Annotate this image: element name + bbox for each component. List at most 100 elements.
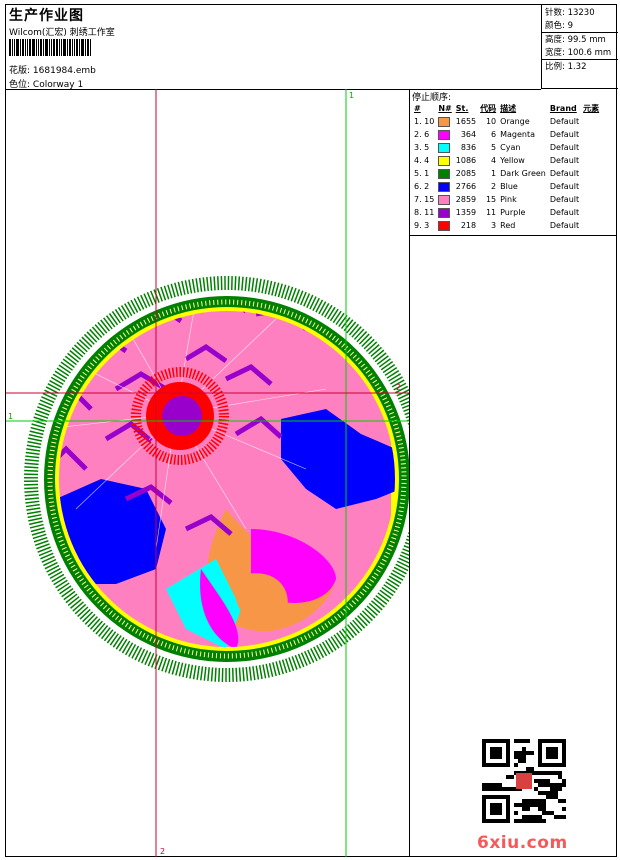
design-scale: 比例: 1.32: [545, 62, 587, 72]
design-file-name: 1681984.emb: [32, 66, 96, 76]
cell-index: 9. 3: [414, 221, 430, 230]
qr-module: [514, 819, 518, 823]
qr-module: [546, 771, 550, 775]
qr-module: [538, 815, 542, 819]
barcode-bar: [27, 39, 28, 56]
table-row: 6. 2 2766 2 Blue Default: [412, 180, 601, 193]
cell-stitches: 1655: [455, 117, 477, 126]
table-bottom-rule: [410, 235, 617, 236]
design-height: 高度: 99.5 mm: [545, 35, 606, 45]
qr-module: [542, 783, 546, 787]
qr-module: [534, 779, 538, 783]
barcode-bar: [22, 39, 24, 56]
cell-index: 1. 10: [414, 117, 435, 126]
qr-module: [558, 775, 562, 779]
qr-module: [510, 775, 514, 779]
qr-module: [514, 763, 518, 767]
qr-module: [526, 815, 530, 819]
cell-element: [581, 128, 601, 141]
qr-module: [550, 795, 554, 799]
barcode-bar: [38, 39, 39, 56]
qr-module: [546, 783, 550, 787]
cell-description: Red: [500, 221, 516, 230]
qr-module: [506, 787, 510, 791]
col-header-brand: Brand: [549, 104, 577, 113]
stats-box: 针数: 13230 颜色: 9 高度: 99.5 mm 宽度: 100.6 mm…: [541, 5, 618, 89]
cell-index: 6. 2: [414, 182, 430, 191]
cell-element: [581, 141, 601, 154]
qr-module: [482, 783, 486, 787]
qr-module: [562, 807, 566, 811]
table-row: 1. 10 1655 10 Orange Default: [412, 115, 601, 128]
qr-module: [510, 787, 514, 791]
qr-module: [530, 819, 534, 823]
qr-module: [526, 751, 530, 755]
red-vertical-guide-label: 2: [160, 847, 165, 856]
qr-module: [522, 759, 526, 763]
qr-module: [522, 751, 526, 755]
cell-code: 11: [485, 208, 497, 217]
qr-module: [554, 787, 558, 791]
qr-module: [562, 799, 566, 803]
barcode-bar: [63, 39, 66, 56]
header-info: 生产作业图 Wilcom(汇宏) 刺绣工作室 花版: 1681984.emb 色…: [6, 5, 541, 90]
qr-module: [550, 783, 554, 787]
qr-module: [514, 811, 518, 815]
col-header-index: #: [414, 104, 421, 113]
qr-module: [554, 791, 558, 795]
qr-module: [518, 751, 522, 755]
cell-swatch: [436, 128, 453, 141]
cell-index: 5. 1: [414, 169, 430, 178]
cell-swatch: [436, 193, 453, 206]
qr-module: [538, 819, 542, 823]
col-header-element: 元素: [583, 104, 600, 113]
cell-stitches: 1086: [455, 156, 477, 165]
cell-description: Purple: [500, 208, 526, 217]
cell-description: Pink: [500, 195, 517, 204]
qr-module: [522, 755, 526, 759]
qr-module: [546, 779, 550, 783]
col-header-needle: N#: [438, 104, 452, 113]
qr-module: [530, 815, 534, 819]
cell-element: [581, 206, 601, 219]
barcode-bar: [61, 39, 62, 56]
cell-element: [581, 154, 601, 167]
qr-module: [522, 807, 526, 811]
qr-module: [550, 771, 554, 775]
green-horizontal-guide-label: 1: [8, 412, 13, 421]
cell-swatch: [436, 206, 453, 219]
table-row: 9. 3 218 3 Red Default: [412, 219, 601, 232]
cell-brand: Default: [549, 117, 580, 126]
qr-module: [538, 807, 542, 811]
cell-code: 4: [491, 156, 497, 165]
cell-description: Blue: [500, 182, 518, 191]
qr-module: [522, 799, 526, 803]
barcode-bar: [74, 39, 75, 56]
qr-module: [546, 791, 550, 795]
qr-module: [522, 739, 526, 743]
qr-module: [534, 803, 538, 807]
cell-code: 15: [485, 195, 497, 204]
barcode-bar: [40, 39, 42, 56]
barcode-bar: [43, 39, 44, 56]
cell-brand: Default: [549, 208, 580, 217]
barcode-bar: [29, 39, 31, 56]
qr-module: [522, 815, 526, 819]
cell-code: 5: [491, 143, 497, 152]
qr-module: [530, 803, 534, 807]
qr-module: [514, 751, 518, 755]
embroidery-design: 2 1 2 1: [6, 89, 409, 857]
production-worksheet: 生产作业图 Wilcom(汇宏) 刺绣工作室 花版: 1681984.emb 色…: [5, 4, 618, 857]
qr-module: [538, 791, 542, 795]
qr-module: [554, 815, 558, 819]
qr-module: [558, 799, 562, 803]
qr-module: [562, 783, 566, 787]
barcode-bar: [20, 39, 21, 56]
cell-swatch: [436, 219, 453, 232]
cell-swatch: [436, 167, 453, 180]
color-sequence-table: # N# St. 代码 描述 Brand 元素 1. 10 1655 10 Orang…: [412, 102, 601, 232]
table-row: 5. 1 2085 1 Dark Green Default: [412, 167, 601, 180]
table-row: 8. 11 1359 11 Purple Default: [412, 206, 601, 219]
barcode-bar: [49, 39, 50, 56]
barcode-bar: [14, 39, 15, 56]
